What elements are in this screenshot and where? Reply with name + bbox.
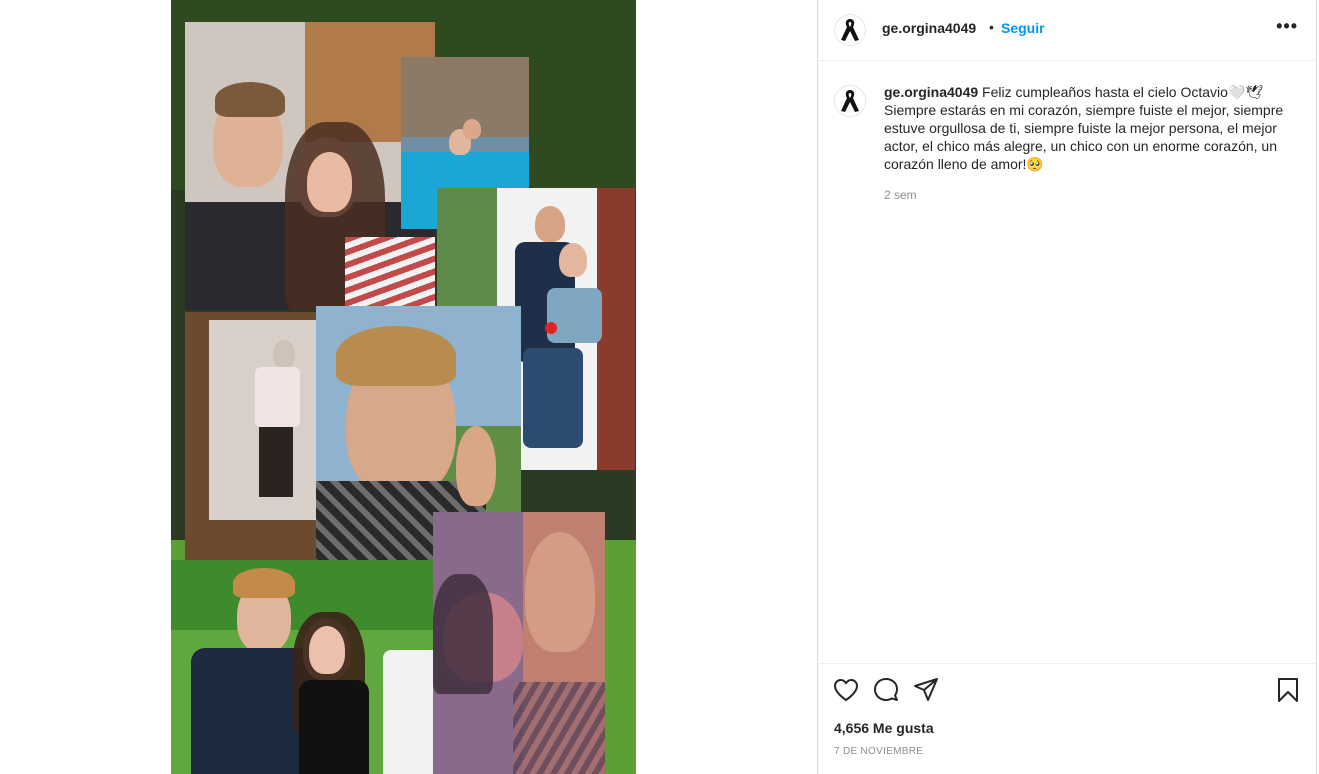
- like-button[interactable]: [832, 676, 860, 704]
- save-button[interactable]: [1274, 676, 1302, 704]
- author-username[interactable]: ge.orgina4049: [882, 20, 976, 36]
- black-ribbon-icon: [841, 90, 859, 112]
- black-ribbon-icon: [841, 19, 859, 41]
- share-button[interactable]: [912, 676, 940, 704]
- comments-area: ge.orgina4049 Feliz cumpleaños hasta el …: [818, 61, 1316, 663]
- collage-photo: [171, 560, 439, 774]
- more-options-icon[interactable]: •••: [1276, 16, 1298, 37]
- collage-photo: [185, 312, 335, 568]
- post-actions: 4,656 Me gusta 7 DE NOVIEMBRE: [818, 663, 1316, 774]
- collage-photo: [433, 512, 605, 774]
- post-date[interactable]: 7 DE NOVIEMBRE: [834, 746, 923, 757]
- comment-button[interactable]: [872, 676, 900, 704]
- collage-photo: [185, 22, 435, 310]
- caption-avatar[interactable]: [834, 85, 866, 117]
- post-image[interactable]: [171, 0, 636, 774]
- heart-icon: [834, 679, 858, 701]
- separator-dot: •: [989, 19, 994, 35]
- bookmark-icon: [1278, 678, 1298, 702]
- caption-timestamp[interactable]: 2 sem: [884, 188, 917, 202]
- post-caption: ge.orgina4049 Feliz cumpleaños hasta el …: [884, 83, 1304, 173]
- paper-plane-icon: [914, 678, 938, 701]
- post-viewer: ge.orgina4049 • Seguir ••• ge.orgina4049…: [0, 0, 1319, 774]
- caption-username[interactable]: ge.orgina4049: [884, 84, 978, 100]
- post-header: ge.orgina4049 • Seguir •••: [818, 0, 1316, 61]
- follow-button[interactable]: Seguir: [1001, 20, 1045, 36]
- author-avatar[interactable]: [834, 14, 866, 46]
- post-side-panel: ge.orgina4049 • Seguir ••• ge.orgina4049…: [817, 0, 1317, 774]
- like-count[interactable]: 4,656 Me gusta: [834, 720, 934, 736]
- comment-icon: [874, 678, 898, 701]
